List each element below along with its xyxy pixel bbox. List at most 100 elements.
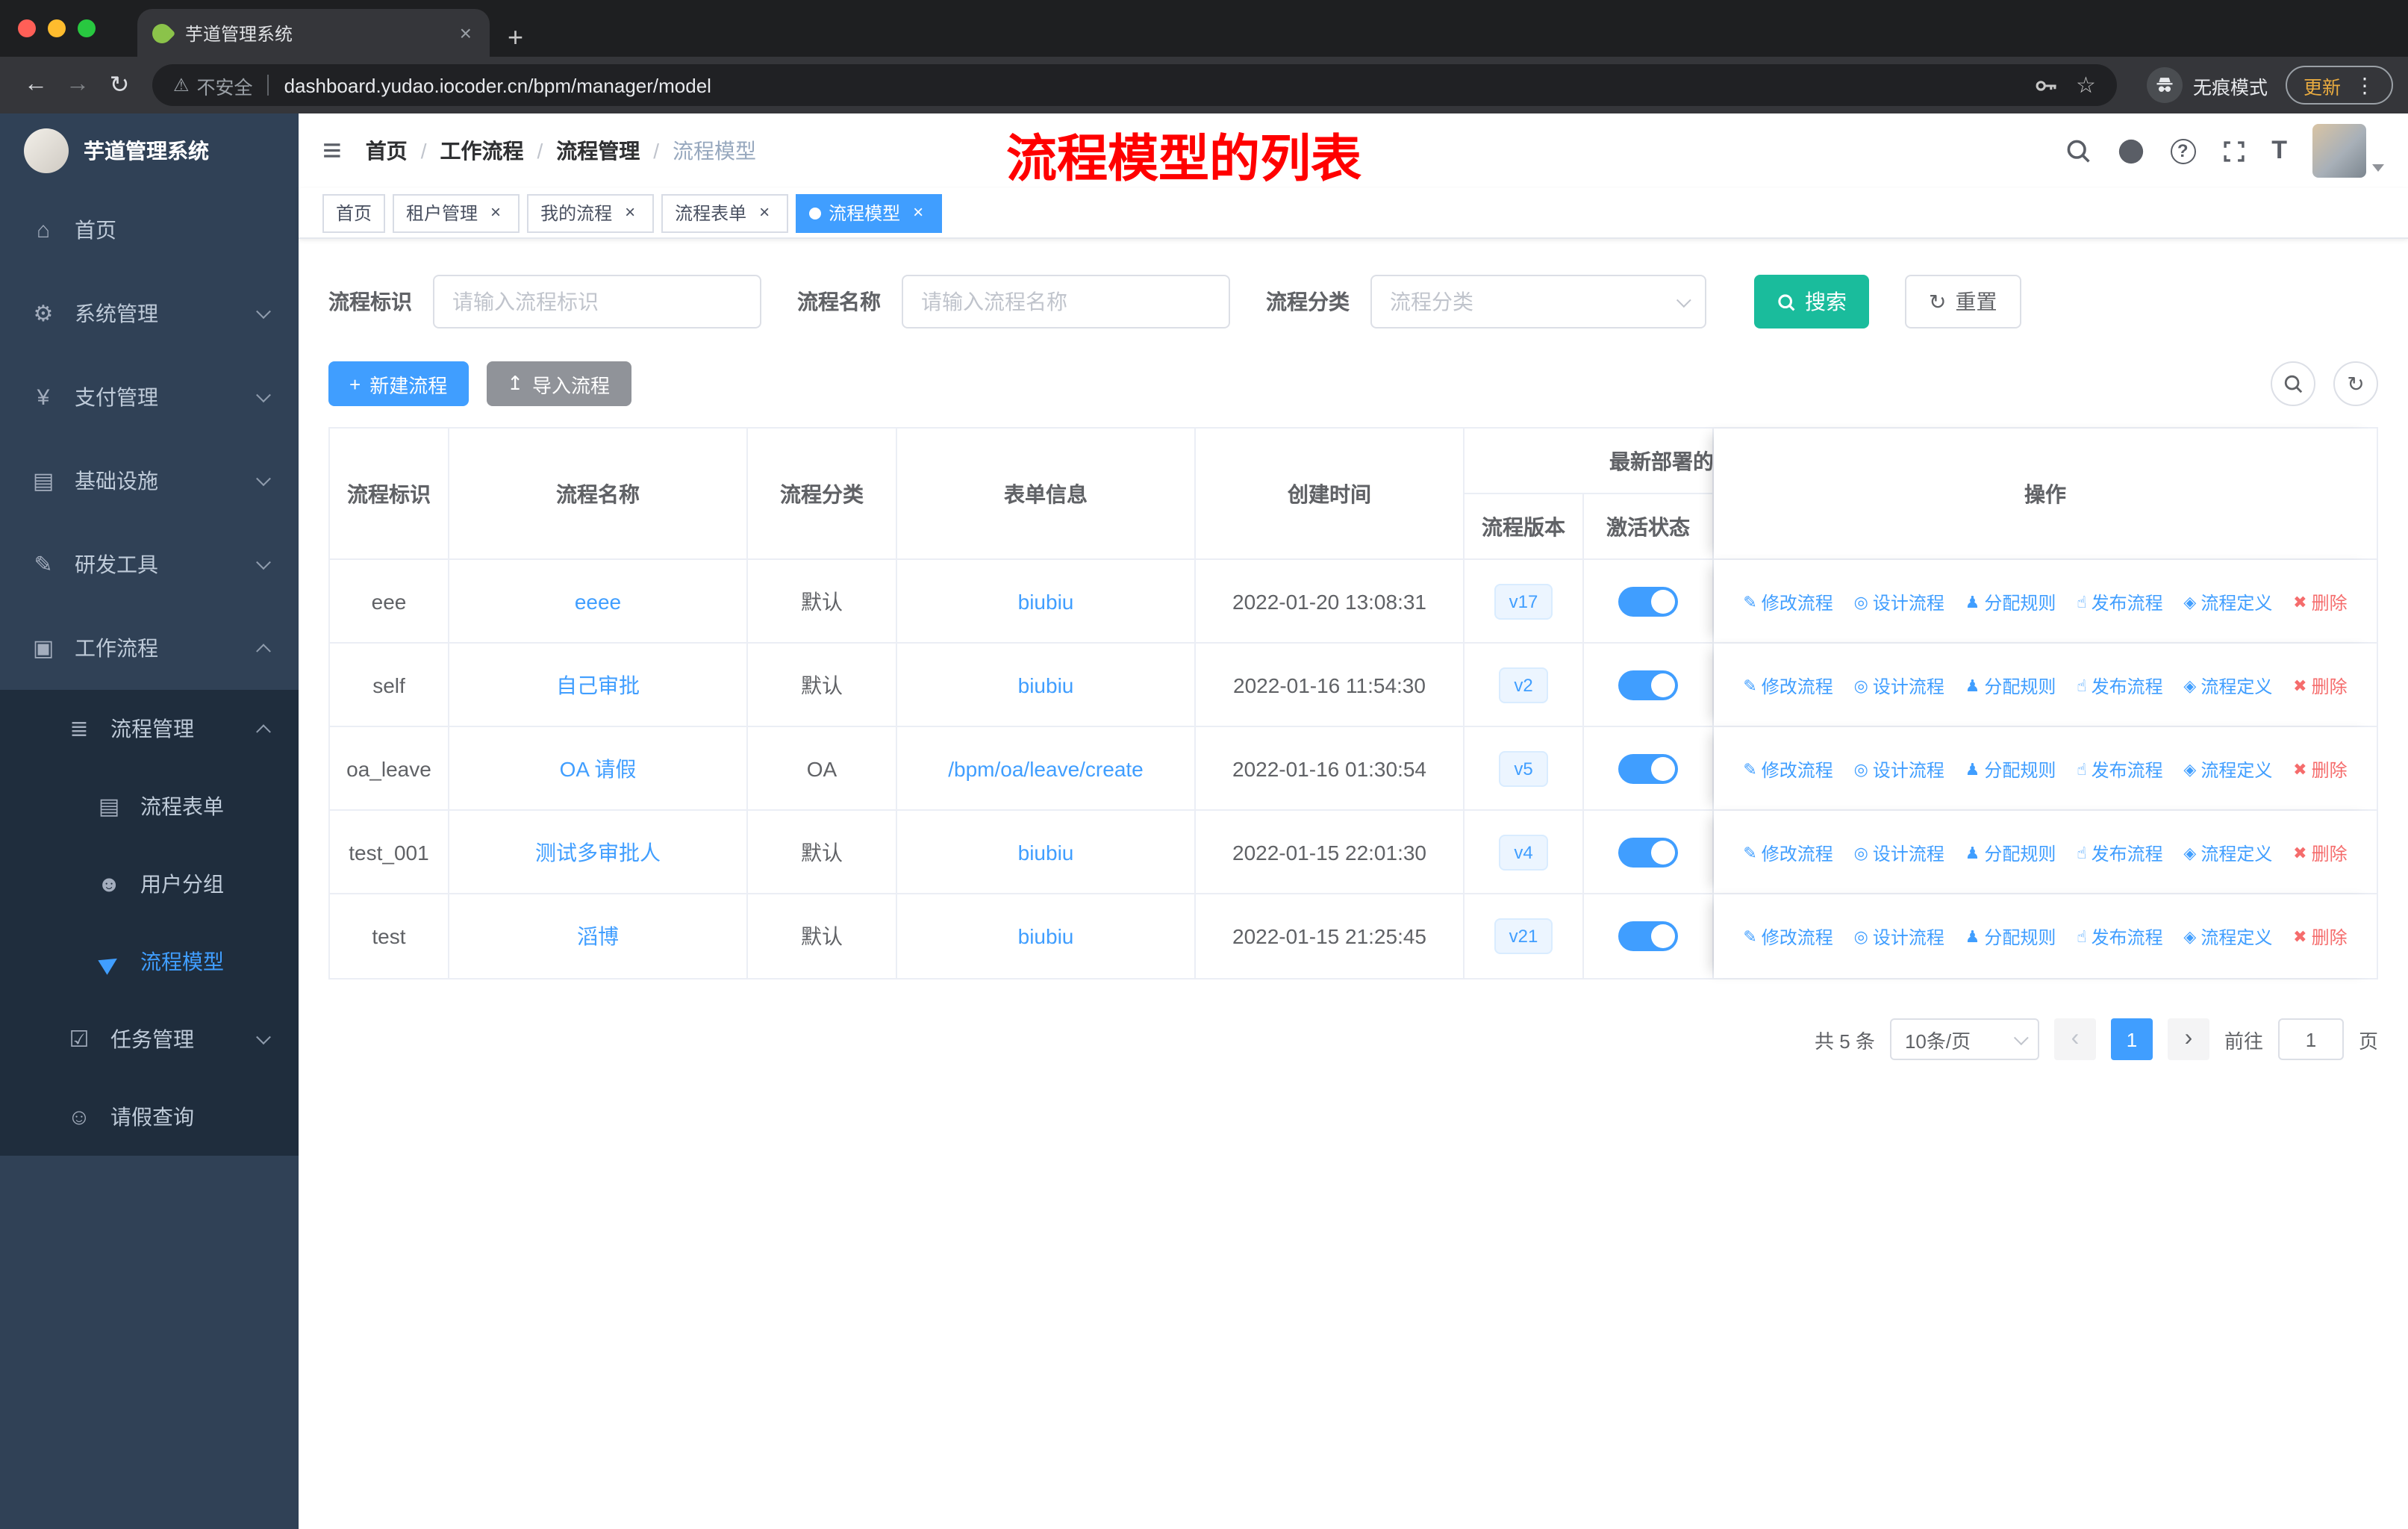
sidebar-item-process-form[interactable]: ▤ 流程表单 xyxy=(0,767,299,845)
browser-tab[interactable]: 芋道管理系统 × xyxy=(137,9,490,57)
row-action-link[interactable]: ◈ 流程定义 xyxy=(2183,589,2272,614)
sidebar-item-leave-query[interactable]: ☺ 请假查询 xyxy=(0,1078,299,1156)
form-info-link[interactable]: biubiu xyxy=(1018,840,1074,864)
row-action-link[interactable]: ✎ 修改流程 xyxy=(1743,924,1832,950)
tag-item[interactable]: 我的流程 × xyxy=(527,193,655,232)
sidebar-item-task-mgmt[interactable]: ☑ 任务管理 xyxy=(0,1000,299,1078)
app-logo[interactable]: 芋道管理系统 xyxy=(0,113,299,188)
search-button[interactable]: 搜索 xyxy=(1754,275,1869,328)
address-bar[interactable]: ⚠ 不安全 dashboard.yudao.iocoder.cn/bpm/man… xyxy=(152,64,2117,106)
zoom-window-button[interactable] xyxy=(78,19,96,37)
sidebar-item-home[interactable]: ⌂ 首页 xyxy=(0,188,299,272)
minimize-window-button[interactable] xyxy=(48,19,66,37)
page-size-select[interactable]: 10条/页 xyxy=(1889,1018,2039,1060)
row-action-link[interactable]: ♟ 分配规则 xyxy=(1965,673,2056,698)
prev-page-button[interactable]: ‹ xyxy=(2053,1018,2096,1060)
row-action-link[interactable]: ✎ 修改流程 xyxy=(1743,673,1832,698)
row-action-link[interactable]: ♟ 分配规则 xyxy=(1965,756,2056,782)
process-name-link[interactable]: OA 请假 xyxy=(560,756,637,780)
row-action-link[interactable]: ♟ 分配规则 xyxy=(1965,589,2056,614)
row-action-link[interactable]: ☝ 发布流程 xyxy=(2077,840,2162,865)
process-name-link[interactable]: 自己审批 xyxy=(556,673,640,697)
sidebar-collapse-icon[interactable]: ≡ xyxy=(322,134,342,167)
form-info-link[interactable]: biubiu xyxy=(1018,924,1074,948)
page-number-button[interactable]: 1 xyxy=(2110,1018,2153,1060)
process-name-input[interactable] xyxy=(902,275,1230,328)
row-action-link[interactable]: ☝ 发布流程 xyxy=(2077,589,2162,614)
next-page-button[interactable]: › xyxy=(2167,1018,2209,1060)
row-action-link[interactable]: ☝ 发布流程 xyxy=(2077,924,2162,950)
tag-close-icon[interactable]: × xyxy=(908,202,929,223)
tag-item[interactable]: 流程模型 × xyxy=(796,193,943,232)
tag-close-icon[interactable]: × xyxy=(620,202,640,223)
row-action-link[interactable]: ✎ 修改流程 xyxy=(1743,840,1832,865)
activation-toggle[interactable] xyxy=(1618,837,1678,867)
new-tab-button[interactable]: + xyxy=(508,24,523,51)
help-icon[interactable]: ? xyxy=(2170,138,2196,164)
row-action-link[interactable]: ☝ 发布流程 xyxy=(2077,673,2162,698)
row-action-link[interactable]: ✎ 修改流程 xyxy=(1743,756,1832,782)
row-action-link[interactable]: ◎ 设计流程 xyxy=(1854,840,1944,865)
row-action-link[interactable]: ✖ 删除 xyxy=(2293,756,2347,782)
activation-toggle[interactable] xyxy=(1618,586,1678,616)
refresh-table-button[interactable]: ↻ xyxy=(2333,361,2378,406)
fullscreen-icon[interactable] xyxy=(2221,138,2246,164)
activation-toggle[interactable] xyxy=(1618,670,1678,700)
sidebar-item-system-mgmt[interactable]: ⚙ 系统管理 xyxy=(0,272,299,355)
form-info-link[interactable]: biubiu xyxy=(1018,589,1074,613)
forward-icon[interactable]: → xyxy=(57,72,99,99)
row-action-link[interactable]: ✖ 删除 xyxy=(2293,840,2347,865)
tag-close-icon[interactable]: × xyxy=(754,202,775,223)
row-action-link[interactable]: ♟ 分配规则 xyxy=(1965,924,2056,950)
row-action-link[interactable]: ✖ 删除 xyxy=(2293,924,2347,950)
row-action-link[interactable]: ◈ 流程定义 xyxy=(2183,673,2272,698)
sidebar-item-dev-tools[interactable]: ✎ 研发工具 xyxy=(0,523,299,606)
row-action-link[interactable]: ◎ 设计流程 xyxy=(1854,673,1944,698)
sidebar-item-payment-mgmt[interactable]: ¥ 支付管理 xyxy=(0,355,299,439)
github-icon[interactable] xyxy=(2116,137,2145,165)
tag-item[interactable]: 流程表单 × xyxy=(661,193,789,232)
reload-icon[interactable]: ↻ xyxy=(99,70,140,100)
process-key-input[interactable] xyxy=(433,275,761,328)
row-action-link[interactable]: ♟ 分配规则 xyxy=(1965,840,2056,865)
sidebar-item-user-group[interactable]: ☻ 用户分组 xyxy=(0,845,299,923)
tag-item[interactable]: 租户管理 × xyxy=(393,193,520,232)
reset-button[interactable]: ↻ 重置 xyxy=(1905,275,2021,328)
process-name-link[interactable]: 测试多审批人 xyxy=(535,840,661,864)
password-key-icon[interactable] xyxy=(2033,72,2058,98)
row-action-link[interactable]: ◈ 流程定义 xyxy=(2183,840,2272,865)
form-info-link[interactable]: /bpm/oa/leave/create xyxy=(948,756,1144,780)
process-name-link[interactable]: 滔博 xyxy=(577,924,619,948)
import-process-button[interactable]: ↥ 导入流程 xyxy=(486,361,631,406)
sidebar-item-process-mgmt[interactable]: ≣ 流程管理 xyxy=(0,690,299,767)
sidebar-item-workflow[interactable]: ▣ 工作流程 xyxy=(0,606,299,690)
sidebar-item-process-model[interactable]: ▶ 流程模型 xyxy=(0,923,299,1000)
row-action-link[interactable]: ◎ 设计流程 xyxy=(1854,924,1944,950)
activation-toggle[interactable] xyxy=(1618,753,1678,783)
row-action-link[interactable]: ✖ 删除 xyxy=(2293,589,2347,614)
font-size-icon[interactable]: T xyxy=(2271,136,2287,166)
activation-toggle[interactable] xyxy=(1618,921,1678,951)
bookmark-star-icon[interactable]: ☆ xyxy=(2076,72,2096,99)
row-action-link[interactable]: ✎ 修改流程 xyxy=(1743,589,1832,614)
row-action-link[interactable]: ◈ 流程定义 xyxy=(2183,924,2272,950)
browser-menu-icon[interactable]: ⋮ xyxy=(2354,72,2375,98)
page-jump-input[interactable] xyxy=(2277,1018,2344,1060)
process-name-link[interactable]: eeee xyxy=(575,589,621,613)
form-info-link[interactable]: biubiu xyxy=(1018,673,1074,697)
close-window-button[interactable] xyxy=(18,19,36,37)
user-avatar[interactable] xyxy=(2312,124,2384,178)
tag-item[interactable]: 首页 × xyxy=(322,193,386,232)
back-icon[interactable]: ← xyxy=(15,72,57,99)
sidebar-item-infrastructure[interactable]: ▤ 基础设施 xyxy=(0,439,299,523)
row-action-link[interactable]: ✖ 删除 xyxy=(2293,673,2347,698)
browser-update-button[interactable]: 更新 ⋮ xyxy=(2285,66,2393,105)
process-category-select[interactable]: 流程分类 xyxy=(1370,275,1706,328)
row-action-link[interactable]: ◎ 设计流程 xyxy=(1854,756,1944,782)
toggle-search-button[interactable] xyxy=(2271,361,2315,406)
tab-close-icon[interactable]: × xyxy=(457,21,475,45)
search-icon[interactable] xyxy=(2064,137,2091,164)
row-action-link[interactable]: ☝ 发布流程 xyxy=(2077,756,2162,782)
row-action-link[interactable]: ◈ 流程定义 xyxy=(2183,756,2272,782)
tag-close-icon[interactable]: × xyxy=(485,202,506,223)
